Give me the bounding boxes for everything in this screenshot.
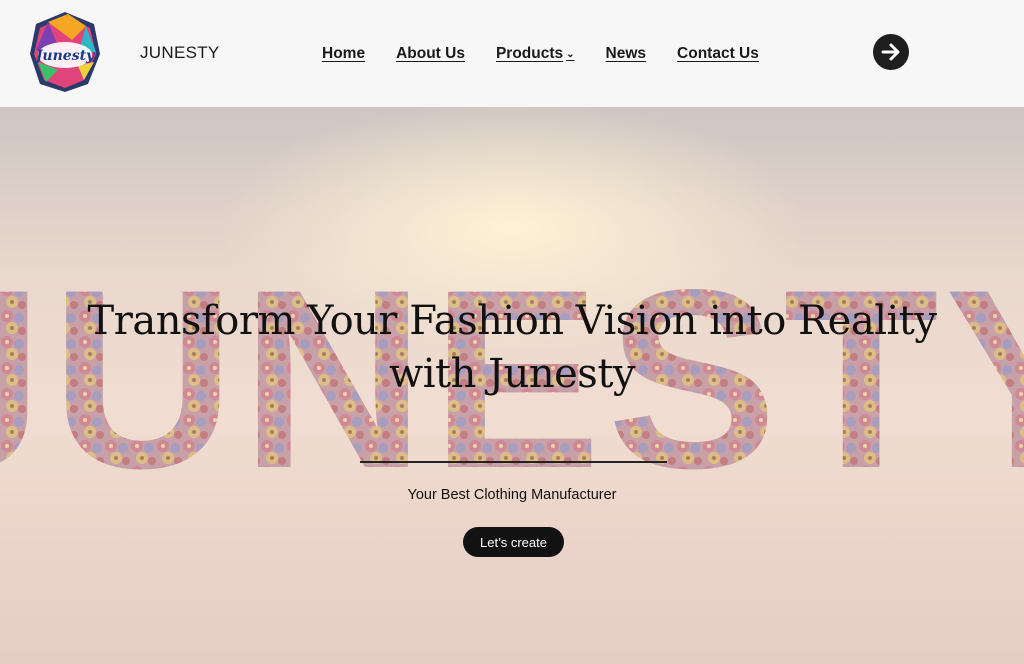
arrow-right-icon xyxy=(881,43,900,61)
hero-section: JUNESTY Transform Your Fashion Vision in… xyxy=(0,107,1024,664)
hero-title: Transform Your Fashion Vision into Reali… xyxy=(87,298,937,397)
lets-create-button[interactable]: Let’s create xyxy=(463,527,564,557)
nav-news[interactable]: News xyxy=(606,45,647,63)
nav-contact-us[interactable]: Contact Us xyxy=(677,45,759,63)
junesty-logo[interactable]: Junesty xyxy=(28,10,102,94)
hero-divider xyxy=(360,461,667,463)
nav-contact-us-label: Contact Us xyxy=(677,45,759,62)
brand-name[interactable]: JUNESTY xyxy=(140,43,220,63)
main-nav: Home About Us Products ⌄ News Contact Us xyxy=(322,44,790,64)
nav-products-label: Products xyxy=(495,45,564,62)
nav-home-label: Home xyxy=(322,45,366,62)
site-header: Junesty JUNESTY Home About Us Products ⌄ … xyxy=(0,0,1024,107)
nav-home[interactable]: Home xyxy=(322,45,365,63)
hero-content: Transform Your Fashion Vision into Reali… xyxy=(0,107,1024,664)
nav-about-us-label: About Us xyxy=(396,45,465,62)
arrow-right-button[interactable] xyxy=(873,34,909,70)
logo-wordmark: Junesty xyxy=(33,48,95,64)
nav-about-us[interactable]: About Us xyxy=(396,45,465,63)
chevron-down-icon: ⌄ xyxy=(566,48,575,60)
nav-products[interactable]: Products ⌄ xyxy=(496,45,575,63)
nav-news-label: News xyxy=(605,45,647,62)
hero-subtitle: Your Best Clothing Manufacturer xyxy=(407,487,617,503)
